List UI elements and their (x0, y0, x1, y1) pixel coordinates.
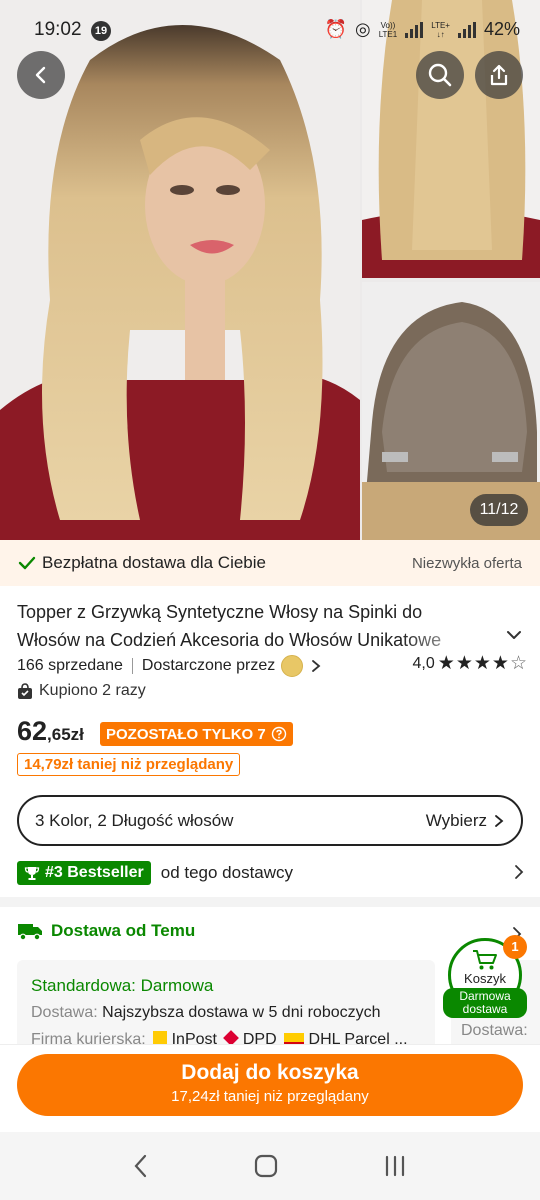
delivery-standard: Standardowa: Darmowa (31, 976, 214, 995)
shopping-bag-check-icon (18, 682, 32, 699)
delivery-heading[interactable]: Dostawa od Temu (17, 921, 195, 941)
nav-recents-icon[interactable] (382, 1153, 408, 1179)
select-variant-label: Wybierz (425, 810, 487, 830)
share-button[interactable] (475, 51, 523, 99)
supplier-label: Dostarczone przez (141, 657, 276, 674)
bought-row: Kupiono 2 razy (17, 682, 146, 700)
product-page: { "status_bar": {"time": "19:02", "notif… (0, 0, 540, 1200)
battery-level: 42% (483, 19, 520, 39)
low-stock-text: POZOSTAŁO TYLKO 7 (106, 725, 266, 743)
add-to-cart-button[interactable]: Dodaj do koszyka 17,24zł taniej niż prze… (17, 1054, 523, 1116)
search-button[interactable] (416, 51, 464, 99)
title-fade (400, 626, 490, 654)
add-to-cart-savings: 17,24zł taniej niż przeglądany (171, 1088, 369, 1105)
price-fraction: ,65zł (47, 725, 84, 744)
supplier-logo (281, 655, 304, 677)
offer-label: Niezwykła oferta (411, 554, 522, 572)
star-icon: ★ (455, 653, 473, 674)
bestseller-badge: #3 Bestseller (17, 861, 151, 885)
cart-label: Koszyk (464, 971, 506, 986)
question-icon (271, 726, 286, 742)
rating-value: 4,0 (412, 655, 435, 672)
status-bar: 19:02 19 ⏰ ◎ Vo)) LTE1 LTE+ ↓↑ 42% (0, 0, 540, 60)
bestseller-row[interactable]: #3 Bestseller od tego dostawcy (17, 860, 527, 886)
cart-icon (473, 950, 497, 970)
cart-count-badge: 1 (503, 935, 527, 959)
alarm-icon: ⏰ (324, 19, 347, 39)
volte-indicator: Vo)) LTE1 (378, 20, 398, 39)
search-icon (428, 63, 452, 87)
delivery-heading-text: Dostawa od Temu (51, 921, 196, 940)
star-empty-icon: ☆ (509, 653, 527, 674)
inpost-logo-icon (153, 1031, 168, 1045)
low-stock-badge[interactable]: POZOSTAŁO TYLKO 7 (100, 722, 293, 746)
divider (131, 658, 133, 674)
dhl-logo-icon (284, 1033, 305, 1044)
rating-stars: ★ ★ ★ ★ ☆ (438, 654, 527, 674)
check-icon (18, 556, 36, 570)
share-icon (490, 64, 508, 86)
rating[interactable]: 4,0 ★ ★ ★ ★ ☆ (413, 654, 527, 674)
chevron-right-icon (312, 660, 321, 672)
price-main: 62 (17, 716, 48, 746)
truck-icon (18, 924, 42, 941)
lte-indicator: LTE+ ↓↑ (431, 20, 450, 39)
add-to-cart-label: Dodaj do koszyka (181, 1061, 359, 1084)
delivery-time-row: Dostawa: Najszybsza dostawa w 5 dni robo… (31, 1004, 381, 1021)
nav-back-icon[interactable] (132, 1153, 150, 1179)
trophy-icon (24, 867, 40, 880)
signal-icon (405, 21, 424, 38)
free-shipping-text: Bezpłatna dostawa dla Ciebie (42, 553, 266, 572)
hotspot-icon: ◎ (354, 19, 371, 39)
chevron-left-icon (35, 66, 46, 84)
price: 62 ,65zł (17, 716, 84, 747)
nav-home-icon[interactable] (253, 1153, 279, 1179)
bestseller-rank: #3 Bestseller (45, 864, 144, 881)
sales-supplier-row: 166 sprzedane Dostarczone przez 4,0 ★ ★ ★ ★… (17, 654, 527, 678)
free-shipping-banner: Bezpłatna dostawa dla Ciebie Niezwykła o… (0, 540, 540, 586)
chevron-right-icon (495, 814, 504, 827)
status-time: 19:02 (34, 19, 82, 40)
gallery-counter: 11/12 (470, 494, 528, 526)
chevron-right-icon (515, 865, 524, 879)
variant-selector[interactable]: 3 Kolor, 2 Długość włosów Wybierz (17, 795, 523, 846)
signal-icon-2 (457, 21, 476, 38)
cheaper-badge: 14,79zł taniej niż przeglądany (17, 753, 241, 776)
variant-summary: 3 Kolor, 2 Długość włosów (35, 810, 234, 830)
star-icon: ★ (473, 653, 491, 674)
status-icons: ⏰ ◎ Vo)) LTE1 LTE+ ↓↑ 42% (325, 19, 520, 40)
notification-count-badge: 19 (91, 21, 111, 41)
system-nav-bar (0, 1132, 540, 1200)
bought-count: Kupiono 2 razy (39, 682, 146, 699)
section-divider (0, 897, 540, 907)
back-button[interactable] (17, 51, 65, 99)
supplier-link[interactable]: Dostarczone przez (142, 655, 323, 677)
star-icon: ★ (437, 653, 455, 674)
bestseller-text: od tego dostawcy (160, 863, 294, 882)
sold-count: 166 sprzedane (17, 657, 123, 674)
bottom-action-bar: Dodaj do koszyka 17,24zł taniej niż prze… (0, 1044, 540, 1132)
cart-free-shipping-label: Darmowa dostawa (443, 988, 527, 1018)
star-icon: ★ (491, 653, 509, 674)
expand-chevron-icon[interactable] (505, 628, 523, 642)
